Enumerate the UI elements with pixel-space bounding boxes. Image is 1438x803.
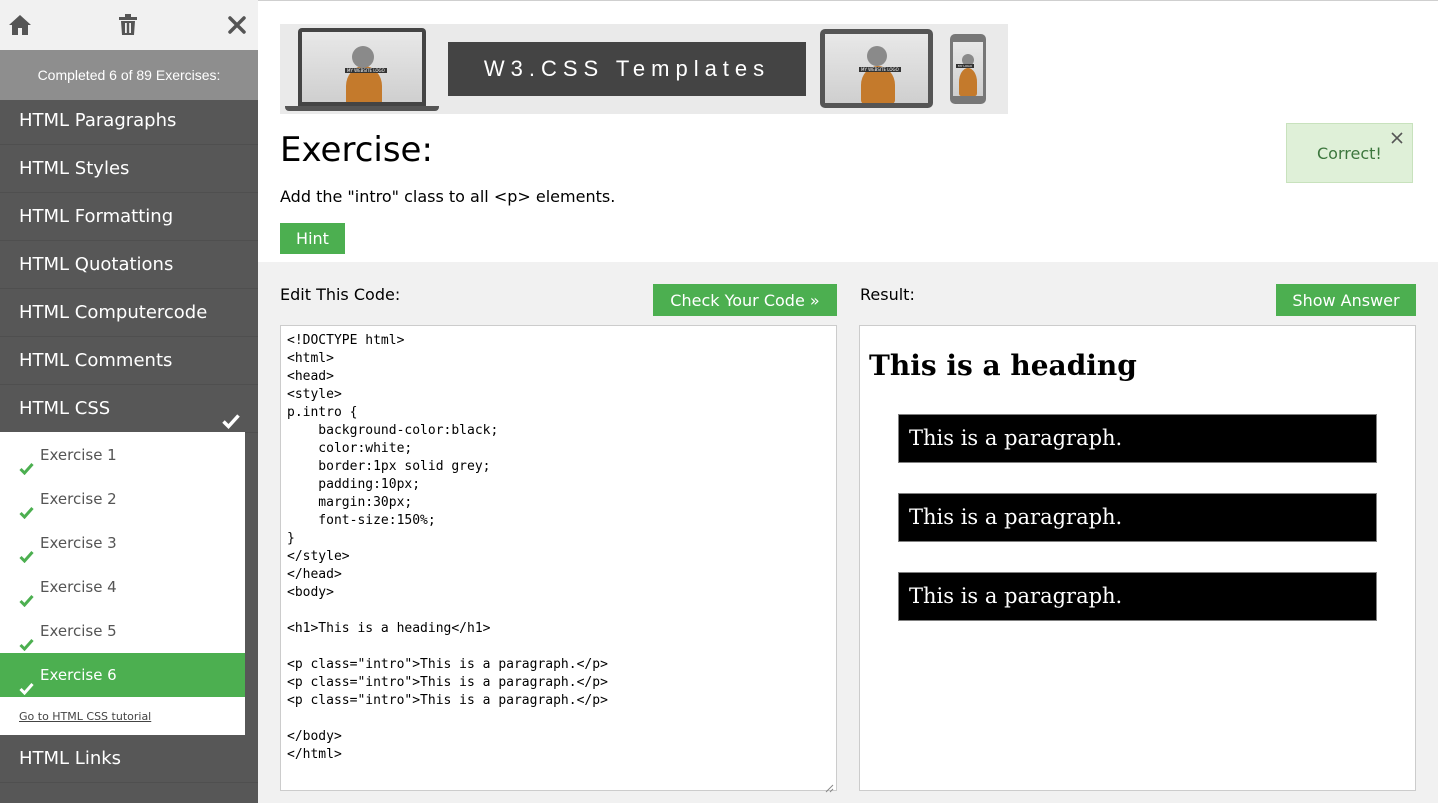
sidebar-item-html-styles[interactable]: HTML Styles <box>0 145 258 193</box>
checkmark-icon <box>19 668 34 712</box>
result-label: Result: <box>860 285 915 304</box>
editor-label: Edit This Code: <box>280 285 401 304</box>
code-line: <head> <box>287 369 334 384</box>
exercise-label: Exercise 1 <box>40 446 117 464</box>
code-line: <p class="intro">This is a paragraph.</p… <box>287 657 608 672</box>
code-line: <!DOCTYPE html> <box>287 333 405 348</box>
exercise-item-4[interactable]: Exercise 4 <box>0 565 245 609</box>
result-paragraph: This is a paragraph. <box>898 493 1377 542</box>
tablet-mockup: MY WEBSITE LOGO <box>820 29 933 108</box>
trash-icon[interactable] <box>114 11 142 39</box>
sidebar-item-label: HTML Formatting <box>19 206 174 227</box>
sidebar-item-label: HTML Links <box>19 748 122 769</box>
sidebar-item-html-computercode[interactable]: HTML Computercode <box>0 289 258 337</box>
close-icon[interactable] <box>1390 130 1404 144</box>
code-line: <p class="intro">This is a paragraph.</p… <box>287 675 608 690</box>
code-line: font-size:150%; <box>287 513 436 528</box>
sidebar-item-html-formatting[interactable]: HTML Formatting <box>0 193 258 241</box>
sidebar-item-html-quotations[interactable]: HTML Quotations <box>0 241 258 289</box>
code-line: <html> <box>287 351 334 366</box>
exercise-description: Add the "intro" class to all <p> element… <box>280 187 616 206</box>
exercise-label: Exercise 4 <box>40 578 117 596</box>
code-editor[interactable]: <!DOCTYPE html> <html> <head> <style> p.… <box>280 325 837 793</box>
sidebar-item-label: HTML Styles <box>19 158 130 179</box>
exercise-item-3[interactable]: Exercise 3 <box>0 521 245 565</box>
code-line: </head> <box>287 567 342 582</box>
result-heading: This is a heading <box>869 349 1137 382</box>
sidebar-item-label: HTML Quotations <box>19 254 174 275</box>
mockup-logo-label: MY WEBSITE LOGO <box>345 68 387 73</box>
exercise-list: Exercise 1 Exercise 2 Exercise 3 Exercis… <box>0 432 245 735</box>
sidebar-toolbar <box>0 0 258 50</box>
code-line: margin:30px; <box>287 495 413 510</box>
sidebar: Completed 6 of 89 Exercises: HTML Paragr… <box>0 0 258 803</box>
laptop-mockup: MY WEBSITE LOGO <box>298 28 426 106</box>
result-frame: This is a heading This is a paragraph. T… <box>859 325 1416 791</box>
sidebar-item-html-comments[interactable]: HTML Comments <box>0 337 258 385</box>
code-line: color:white; <box>287 441 413 456</box>
mockup-logo-label: MY WEBSITE LOGO <box>859 67 901 72</box>
exercise-label: Exercise 5 <box>40 622 117 640</box>
code-line: padding:10px; <box>287 477 421 492</box>
sidebar-item-html-links[interactable]: HTML Links <box>0 735 258 783</box>
w3css-templates-banner[interactable]: MY WEBSITE LOGO W3.CSS Templates MY WEBS… <box>280 24 1008 114</box>
exercise-item-6[interactable]: Exercise 6 <box>0 653 245 697</box>
code-line: <h1>This is a heading</h1> <box>287 621 491 636</box>
code-line: <p class="intro">This is a paragraph.</p… <box>287 693 608 708</box>
exercise-label: Exercise 2 <box>40 490 117 508</box>
phone-mockup: MY LOGO <box>950 34 986 104</box>
mockup-logo-label: MY LOGO <box>956 64 974 68</box>
code-line: <style> <box>287 387 342 402</box>
code-line: background-color:black; <box>287 423 499 438</box>
code-line: </html> <box>287 747 342 762</box>
sidebar-item-label: HTML Computercode <box>19 302 208 323</box>
sidebar-item-html-paragraphs[interactable]: HTML Paragraphs <box>0 97 258 145</box>
exercise-label: Exercise 3 <box>40 534 117 552</box>
resize-handle-icon[interactable] <box>824 778 834 793</box>
result-paragraph: This is a paragraph. <box>898 572 1377 621</box>
sidebar-item-label: HTML CSS <box>19 398 111 419</box>
exercise-item-5[interactable]: Exercise 5 <box>0 609 245 653</box>
code-line: </style> <box>287 549 350 564</box>
exercise-item-1[interactable]: Exercise 1 <box>0 433 245 477</box>
code-line: </body> <box>287 729 342 744</box>
correct-alert: Correct! <box>1286 123 1413 183</box>
progress-text: Completed 6 of 89 Exercises: <box>0 50 258 100</box>
code-line: p.intro { <box>287 405 358 420</box>
sidebar-item-label: HTML Comments <box>19 350 173 371</box>
exercise-title: Exercise: <box>280 130 433 170</box>
laptop-base <box>285 106 439 111</box>
sidebar-item-html-css[interactable]: HTML CSS <box>0 385 258 433</box>
sidebar-item-label: HTML Paragraphs <box>19 110 177 131</box>
tutorial-link[interactable]: Go to HTML CSS tutorial <box>19 710 151 723</box>
home-icon[interactable] <box>6 11 34 39</box>
exercise-label: Exercise 6 <box>40 666 117 684</box>
close-icon[interactable] <box>223 11 251 39</box>
result-paragraph: This is a paragraph. <box>898 414 1377 463</box>
banner-title: W3.CSS Templates <box>448 42 806 96</box>
code-line: } <box>287 531 295 546</box>
exercise-item-2[interactable]: Exercise 2 <box>0 477 245 521</box>
code-line: <body> <box>287 585 334 600</box>
code-line: border:1px solid grey; <box>287 459 491 474</box>
correct-message: Correct! <box>1317 144 1382 163</box>
hint-button[interactable]: Hint <box>280 223 345 254</box>
show-answer-button[interactable]: Show Answer <box>1276 284 1416 316</box>
check-code-button[interactable]: Check Your Code » <box>653 284 837 316</box>
